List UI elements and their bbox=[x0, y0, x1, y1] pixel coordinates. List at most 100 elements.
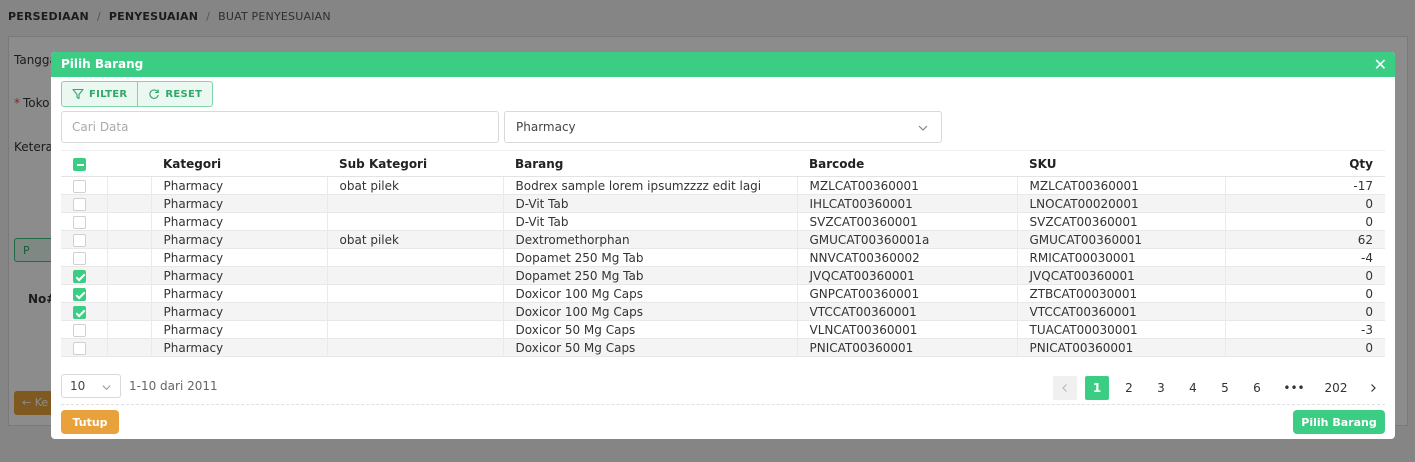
category-select-value: Pharmacy bbox=[516, 120, 576, 134]
checkbox-cell bbox=[61, 266, 108, 285]
checkbox-cell bbox=[61, 194, 108, 213]
page-button[interactable]: 202 bbox=[1319, 376, 1353, 400]
barang-cell: Doxicor 50 Mg Caps bbox=[503, 320, 798, 339]
row-checkbox[interactable] bbox=[73, 197, 86, 211]
page-button[interactable]: 3 bbox=[1149, 376, 1173, 400]
qty-header[interactable]: Qty bbox=[1225, 150, 1385, 177]
footer-divider bbox=[61, 404, 1385, 405]
table-row[interactable]: Pharmacy Dopamet 250 Mg Tab NNVCAT00360002… bbox=[61, 248, 1385, 267]
checkbox-cell bbox=[61, 248, 108, 267]
items-table: Kategori Sub Kategori Barang Barcode SKU… bbox=[61, 150, 1385, 357]
table-row[interactable]: Pharmacy D-Vit Tab SVZCAT00360001 SVZCAT003… bbox=[61, 212, 1385, 231]
sub-kategori-cell bbox=[327, 266, 504, 285]
barcode-header[interactable]: Barcode bbox=[797, 150, 1017, 177]
barang-cell: Dextromethorphan bbox=[503, 230, 798, 249]
select-all-cell bbox=[61, 150, 107, 177]
table-row[interactable]: Pharmacy Doxicor 50 Mg Caps VLNCAT00360001… bbox=[61, 320, 1385, 339]
barang-cell: Doxicor 50 Mg Caps bbox=[503, 338, 798, 357]
page-button[interactable]: 4 bbox=[1181, 376, 1205, 400]
checkbox-cell bbox=[61, 230, 108, 249]
sub-kategori-cell bbox=[327, 338, 504, 357]
barang-header[interactable]: Barang bbox=[503, 150, 797, 177]
pilih-barang-modal: Pilih Barang ✕ FILTER RESET Pharmacy Kat… bbox=[51, 52, 1395, 439]
sku-cell: LNOCAT00020001 bbox=[1017, 194, 1226, 213]
page-size-select[interactable]: 10 bbox=[61, 374, 121, 398]
page-numbers: 1 2 3 4 5 6 ••• 202 bbox=[1085, 376, 1353, 400]
kategori-cell: Pharmacy bbox=[151, 212, 328, 231]
table-row[interactable]: Pharmacy obat pilek Dextromethorphan GMUCAT… bbox=[61, 230, 1385, 249]
close-icon[interactable]: ✕ bbox=[1374, 55, 1387, 74]
qty-cell: 0 bbox=[1225, 194, 1385, 213]
row-checkbox[interactable] bbox=[73, 269, 86, 283]
barcode-cell: PNICAT00360001 bbox=[797, 338, 1018, 357]
blank-cell bbox=[107, 302, 152, 321]
search-input[interactable] bbox=[61, 111, 499, 143]
filter-button[interactable]: FILTER bbox=[62, 82, 137, 106]
reset-icon bbox=[149, 89, 160, 99]
kategori-cell: Pharmacy bbox=[151, 266, 328, 285]
sku-header[interactable]: SKU bbox=[1017, 150, 1225, 177]
sku-cell: SVZCAT00360001 bbox=[1017, 212, 1226, 231]
page-button[interactable]: 5 bbox=[1213, 376, 1237, 400]
kategori-header[interactable]: Kategori bbox=[151, 150, 327, 177]
select-all-checkbox[interactable] bbox=[73, 157, 86, 171]
sub-kategori-header[interactable]: Sub Kategori bbox=[327, 150, 503, 177]
row-checkbox[interactable] bbox=[73, 251, 86, 265]
table-row[interactable]: Pharmacy Dopamet 250 Mg Tab JVQCAT00360001… bbox=[61, 266, 1385, 285]
chevron-down-icon bbox=[102, 385, 111, 391]
blank-cell bbox=[107, 284, 152, 303]
sku-cell: PNICAT00360001 bbox=[1017, 338, 1226, 357]
sub-kategori-cell bbox=[327, 284, 504, 303]
qty-cell: 0 bbox=[1225, 266, 1385, 285]
table-row[interactable]: Pharmacy Doxicor 100 Mg Caps VTCCAT0036000… bbox=[61, 302, 1385, 321]
barcode-cell: GNPCAT00360001 bbox=[797, 284, 1018, 303]
reset-button[interactable]: RESET bbox=[137, 82, 212, 106]
qty-cell: 62 bbox=[1225, 230, 1385, 249]
row-checkbox[interactable] bbox=[73, 179, 86, 193]
table-row[interactable]: Pharmacy D-Vit Tab IHLCAT00360001 LNOCAT000… bbox=[61, 194, 1385, 213]
next-page-button[interactable] bbox=[1361, 376, 1385, 400]
row-checkbox[interactable] bbox=[73, 305, 86, 319]
category-select[interactable]: Pharmacy bbox=[504, 111, 942, 143]
row-checkbox[interactable] bbox=[73, 287, 86, 301]
chevron-right-icon bbox=[1371, 384, 1376, 392]
filter-icon bbox=[72, 88, 84, 100]
page-ellipsis[interactable]: ••• bbox=[1277, 376, 1311, 400]
sku-cell: VTCCAT00360001 bbox=[1017, 302, 1226, 321]
modal-title: Pilih Barang bbox=[61, 57, 144, 71]
reset-button-label: RESET bbox=[165, 88, 203, 100]
row-checkbox[interactable] bbox=[73, 233, 86, 247]
checkbox-cell bbox=[61, 338, 108, 357]
row-checkbox[interactable] bbox=[73, 341, 86, 355]
table-row[interactable]: Pharmacy Doxicor 100 Mg Caps GNPCAT0036000… bbox=[61, 284, 1385, 303]
pilih-barang-button[interactable]: Pilih Barang bbox=[1293, 410, 1385, 434]
page-button[interactable]: 1 bbox=[1085, 376, 1109, 400]
barang-cell: Doxicor 100 Mg Caps bbox=[503, 284, 798, 303]
row-checkbox[interactable] bbox=[73, 215, 86, 229]
kategori-cell: Pharmacy bbox=[151, 176, 328, 195]
table-row[interactable]: Pharmacy obat pilek Bodrex sample lorem ip… bbox=[61, 176, 1385, 195]
prev-page-button[interactable] bbox=[1053, 376, 1077, 400]
barcode-cell: IHLCAT00360001 bbox=[797, 194, 1018, 213]
checkbox-cell bbox=[61, 320, 108, 339]
page-button[interactable]: 2 bbox=[1117, 376, 1141, 400]
table-header-row: Kategori Sub Kategori Barang Barcode SKU… bbox=[61, 150, 1385, 177]
blank-cell bbox=[107, 248, 152, 267]
sub-kategori-cell bbox=[327, 320, 504, 339]
filter-button-label: FILTER bbox=[89, 88, 128, 100]
kategori-cell: Pharmacy bbox=[151, 230, 328, 249]
barcode-cell: JVQCAT00360001 bbox=[797, 266, 1018, 285]
table-row[interactable]: Pharmacy Doxicor 50 Mg Caps PNICAT00360001… bbox=[61, 338, 1385, 357]
kategori-cell: Pharmacy bbox=[151, 194, 328, 213]
qty-cell: 0 bbox=[1225, 338, 1385, 357]
page-button[interactable]: 6 bbox=[1245, 376, 1269, 400]
kategori-cell: Pharmacy bbox=[151, 248, 328, 267]
blank-cell bbox=[107, 320, 152, 339]
chevron-down-icon bbox=[918, 125, 928, 131]
modal-header: Pilih Barang ✕ bbox=[51, 52, 1395, 77]
qty-cell: -4 bbox=[1225, 248, 1385, 267]
row-checkbox[interactable] bbox=[73, 323, 86, 337]
sub-kategori-cell: obat pilek bbox=[327, 230, 504, 249]
barcode-cell: VLNCAT00360001 bbox=[797, 320, 1018, 339]
tutup-button[interactable]: Tutup bbox=[61, 410, 119, 434]
